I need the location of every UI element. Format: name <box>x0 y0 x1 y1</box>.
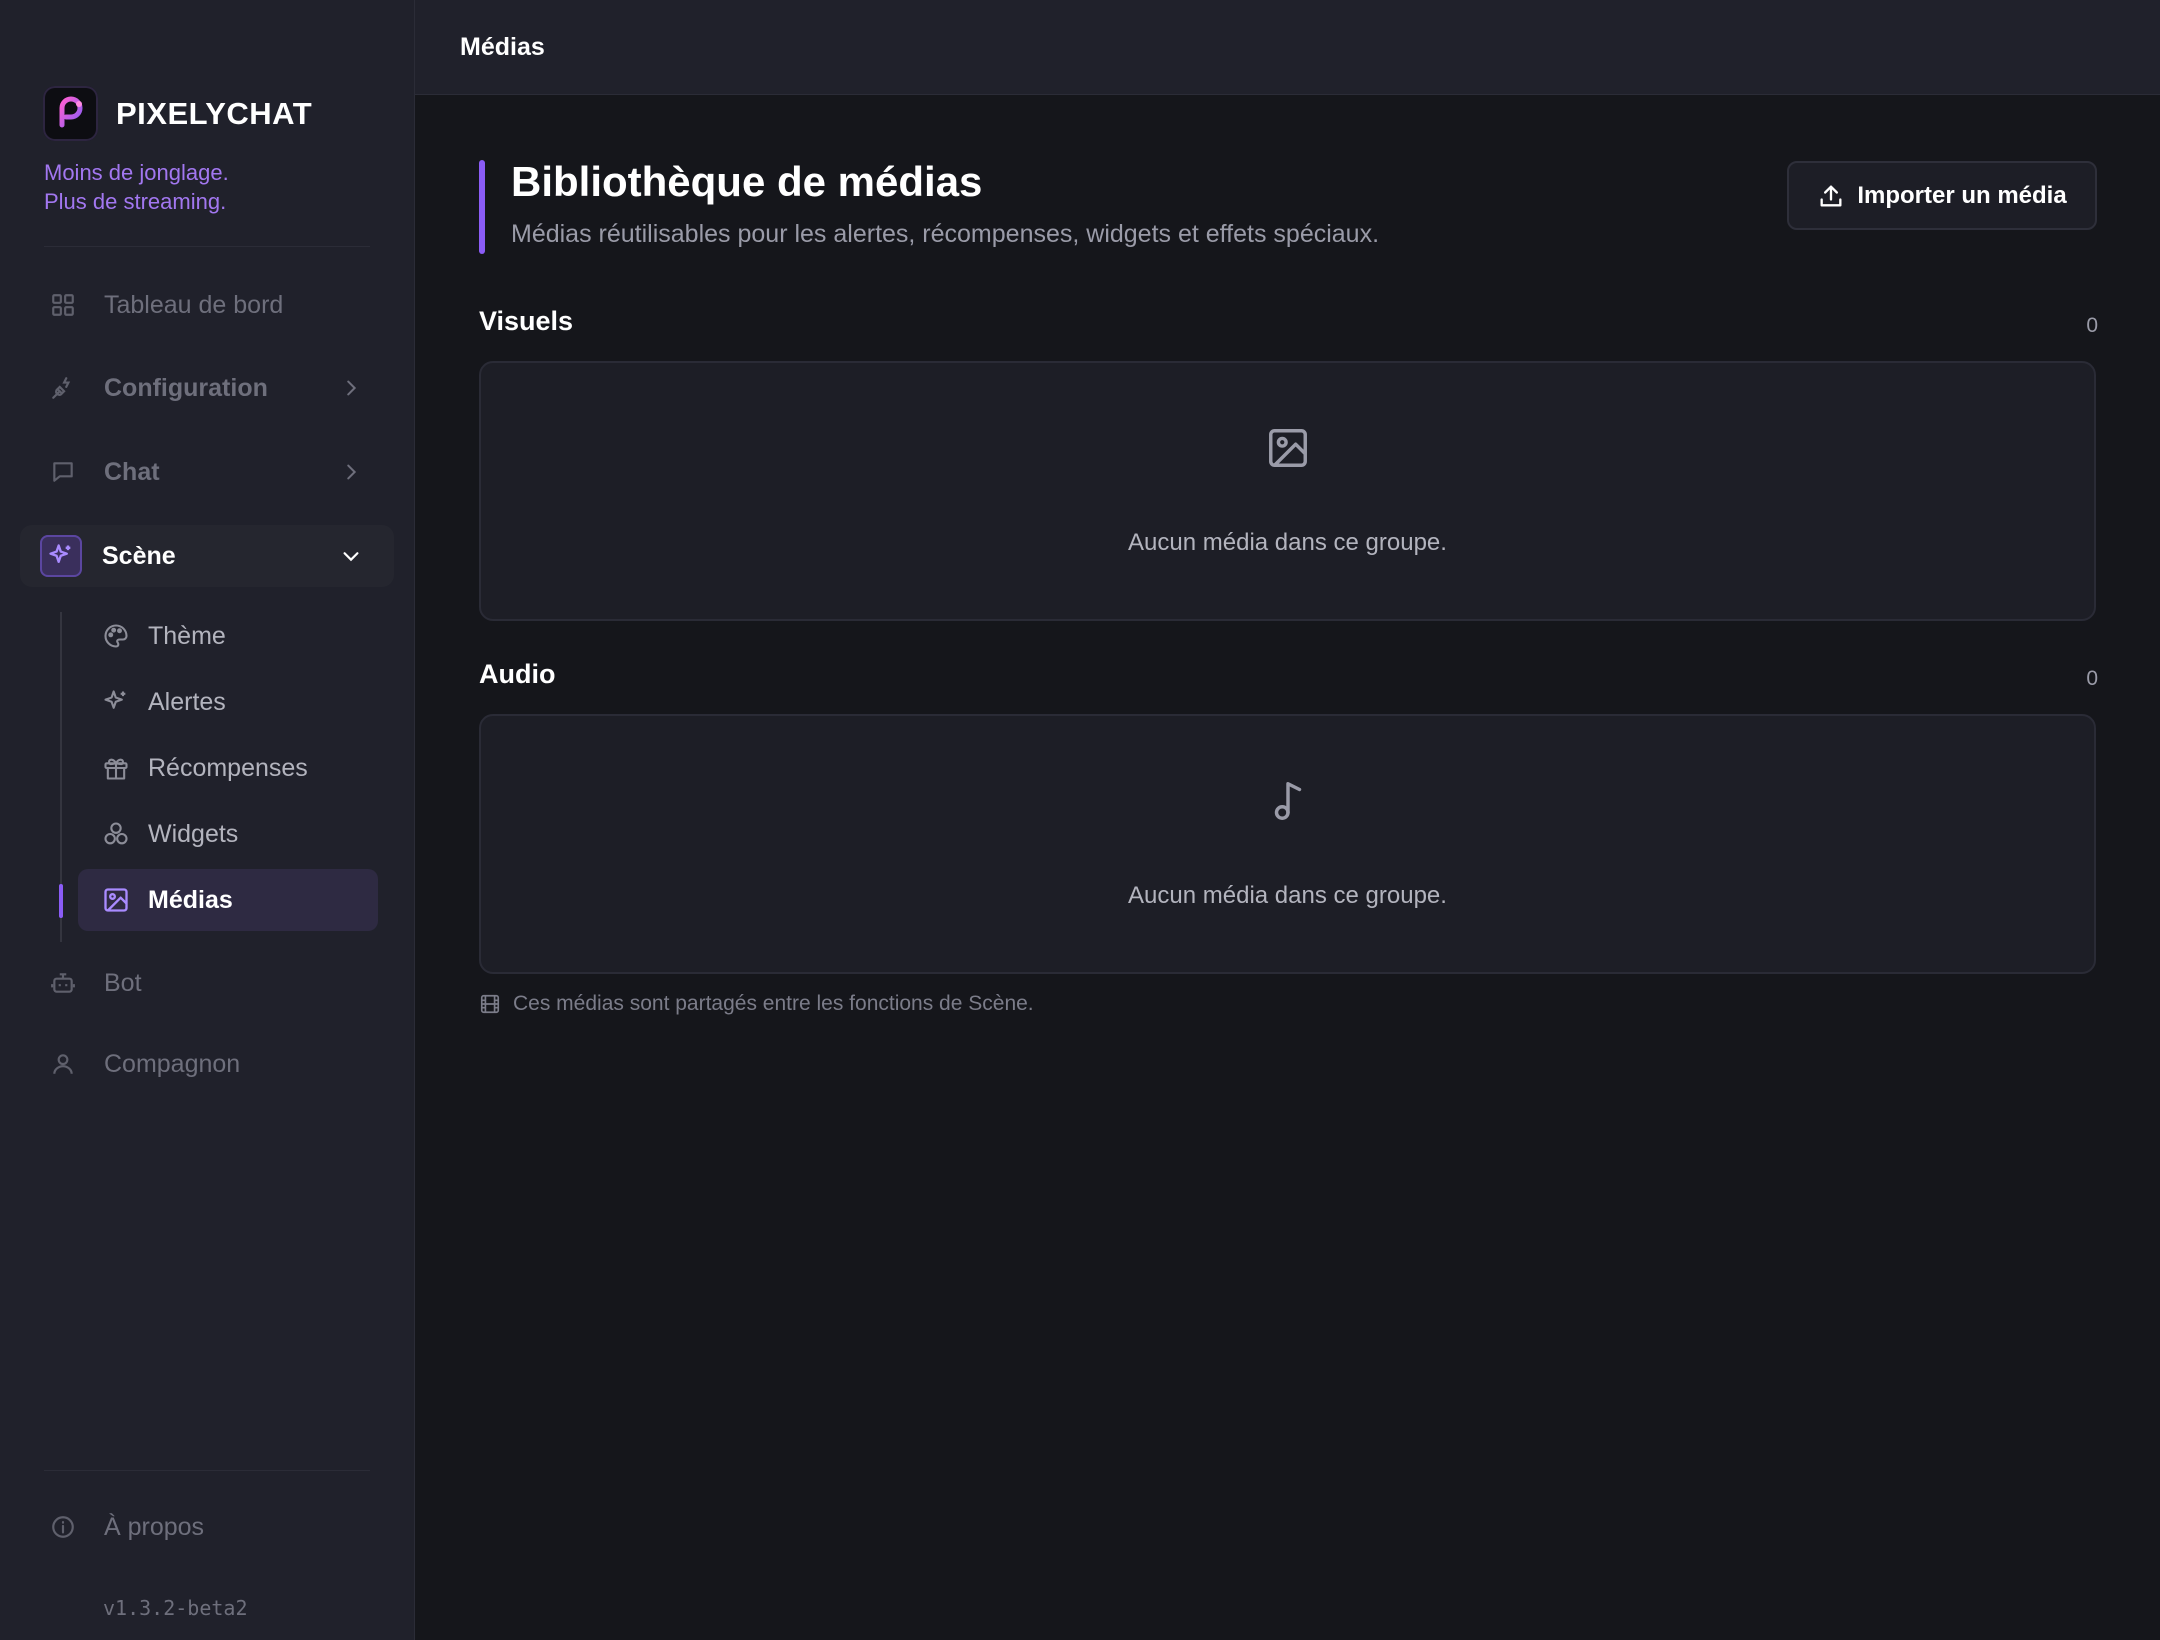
sidebar-item-dashboard[interactable]: Tableau de bord <box>20 274 394 336</box>
audio-empty-panel: Aucun média dans ce groupe. <box>479 714 2096 974</box>
sidebar-subitem-label: Récompenses <box>148 753 308 782</box>
film-icon <box>480 994 500 1014</box>
sidebar-subitem-label: Médias <box>148 885 233 914</box>
sidebar-subitem-label: Widgets <box>148 819 239 848</box>
empty-state-text: Aucun média dans ce groupe. <box>1128 529 1447 556</box>
sidebar-subitem-media[interactable]: Médias <box>78 869 378 931</box>
footnote: Ces médias sont partagés entre les fonct… <box>479 992 1034 1016</box>
logo-icon <box>43 86 98 141</box>
chevron-down-icon <box>343 552 359 562</box>
main-content: Médias Bibliothèque de médias Médias réu… <box>415 0 2160 1640</box>
palette-icon <box>100 620 132 652</box>
user-icon <box>42 1043 84 1085</box>
gift-icon <box>100 752 132 784</box>
sidebar-subitem-theme[interactable]: Thème <box>78 605 378 667</box>
shapes-icon <box>100 818 132 850</box>
page-title: Bibliothèque de médias <box>511 158 983 205</box>
topbar: Médias <box>415 0 2160 95</box>
message-icon <box>42 451 84 493</box>
sidebar-item-companion[interactable]: Compagnon <box>20 1033 394 1095</box>
import-media-label: Importer un média <box>1857 181 2067 209</box>
tagline: Moins de jonglage. Plus de streaming. <box>44 158 229 216</box>
title-accent-bar <box>479 160 485 254</box>
submenu-active-indicator <box>59 884 63 918</box>
sidebar-item-label: Compagnon <box>104 1049 241 1078</box>
section-count-audio: 0 <box>2086 667 2098 690</box>
sidebar-subitem-alerts[interactable]: Alertes <box>78 671 378 733</box>
plug-icon <box>42 367 84 409</box>
sidebar-subitem-label: Alertes <box>148 687 226 716</box>
sparkles-icon <box>100 686 132 718</box>
image-icon <box>1268 429 1307 467</box>
upload-icon <box>1820 185 1842 206</box>
sparkles-icon <box>40 535 82 577</box>
divider <box>44 1470 370 1471</box>
page-subtitle: Médias réutilisables pour les alertes, r… <box>511 220 1380 248</box>
info-icon <box>42 1506 84 1548</box>
music-note-icon <box>1274 782 1301 820</box>
visuals-empty-panel: Aucun média dans ce groupe. <box>479 361 2096 621</box>
sidebar-item-label: À propos <box>104 1512 205 1541</box>
bot-icon <box>42 962 84 1004</box>
divider <box>44 246 370 247</box>
sidebar-item-scene[interactable]: Scène <box>20 525 394 587</box>
chevron-right-icon <box>347 464 357 480</box>
section-title-audio: Audio <box>479 659 556 689</box>
sidebar-item-configuration[interactable]: Configuration <box>20 357 394 419</box>
sidebar-item-label: Bot <box>104 968 142 997</box>
section-count-visuals: 0 <box>2086 314 2098 337</box>
sidebar-subitem-rewards[interactable]: Récompenses <box>78 737 378 799</box>
sidebar-item-chat[interactable]: Chat <box>20 441 394 503</box>
sidebar: PIXELYCHAT Moins de jonglage. Plus de st… <box>0 0 415 1640</box>
app-window: PIXELYCHAT Moins de jonglage. Plus de st… <box>0 0 2160 1640</box>
sidebar-item-label: Scène <box>102 541 176 570</box>
sidebar-subitem-widgets[interactable]: Widgets <box>78 803 378 865</box>
sidebar-item-about[interactable]: À propos <box>20 1496 394 1558</box>
app-version: v1.3.2-beta2 <box>103 1596 248 1620</box>
sidebar-item-label: Configuration <box>104 373 268 402</box>
brand-name: PIXELYCHAT <box>116 95 313 131</box>
section-title-visuals: Visuels <box>479 306 574 336</box>
topbar-title: Médias <box>460 32 545 61</box>
grid-icon <box>42 284 84 326</box>
tagline-line-2: Plus de streaming. <box>44 189 227 214</box>
import-media-button[interactable]: Importer un média <box>1787 161 2097 230</box>
footnote-text: Ces médias sont partagés entre les fonct… <box>513 992 1034 1015</box>
empty-state-text: Aucun média dans ce groupe. <box>1128 882 1447 909</box>
image-icon <box>100 884 132 916</box>
brand[interactable]: PIXELYCHAT <box>43 86 312 141</box>
sidebar-item-bot[interactable]: Bot <box>20 952 394 1014</box>
tagline-line-1: Moins de jonglage. <box>44 160 229 185</box>
sidebar-subitem-label: Thème <box>148 621 226 650</box>
chevron-right-icon <box>347 380 357 396</box>
sidebar-item-label: Chat <box>104 457 160 486</box>
sidebar-item-label: Tableau de bord <box>104 290 284 319</box>
